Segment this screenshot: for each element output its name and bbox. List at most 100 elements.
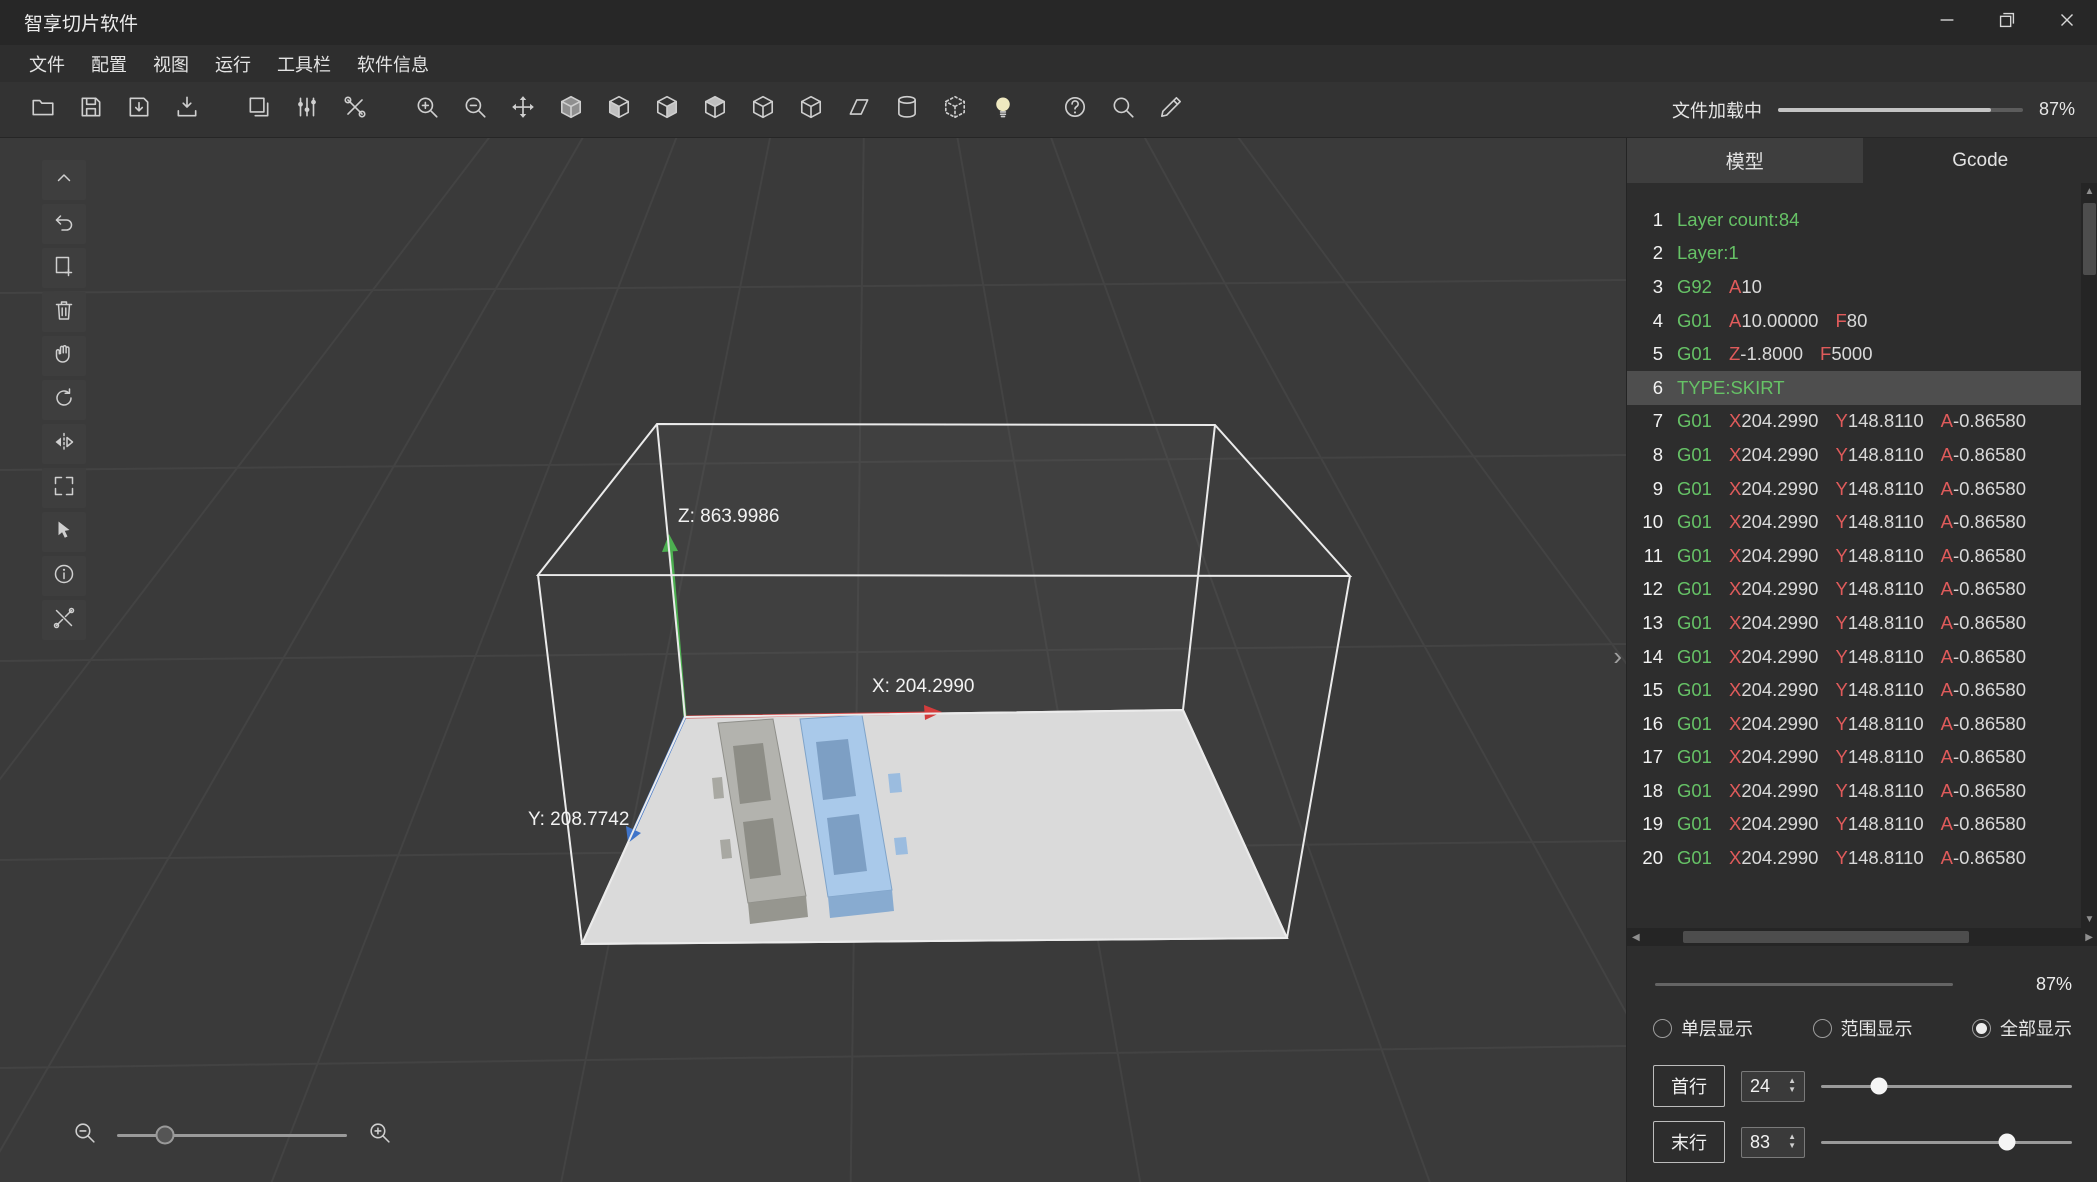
display-mode-1[interactable]: 单层显示: [1653, 1015, 1753, 1041]
gcode-line[interactable]: 5G01Z-1.8000F5000: [1627, 337, 2081, 371]
zoom-out-button[interactable]: [454, 89, 496, 131]
last-line-button[interactable]: 末行: [1653, 1121, 1725, 1163]
display-mode-3[interactable]: 全部显示: [1972, 1015, 2072, 1041]
gcode-line[interactable]: 8G01X204.2990Y148.8110A-0.86580: [1627, 438, 2081, 472]
close-button[interactable]: [2037, 0, 2097, 45]
tab-gcode[interactable]: Gcode: [1863, 138, 2097, 183]
vertical-scrollbar-thumb[interactable]: [2083, 203, 2096, 275]
radio-icon[interactable]: [1972, 1019, 1991, 1038]
gcode-line[interactable]: 16G01X204.2990Y148.8110A-0.86580: [1627, 707, 2081, 741]
gcode-line[interactable]: 2Layer:1: [1627, 237, 2081, 271]
scroll-up-icon[interactable]: ▲: [2085, 186, 2095, 197]
delete-button[interactable]: [42, 292, 86, 332]
gcode-line[interactable]: 15G01X204.2990Y148.8110A-0.86580: [1627, 673, 2081, 707]
first-line-button[interactable]: 首行: [1653, 1065, 1725, 1107]
first-line-slider-thumb[interactable]: [1870, 1078, 1887, 1095]
zoom-in-icon[interactable]: [367, 1120, 392, 1150]
fit-view-button[interactable]: [42, 468, 86, 508]
last-line-spinner[interactable]: 83 ▲ ▼: [1741, 1127, 1805, 1158]
repair-button[interactable]: [334, 89, 376, 131]
gcode-line[interactable]: 9G01X204.2990Y148.8110A-0.86580: [1627, 472, 2081, 506]
save-as-button[interactable]: [118, 89, 160, 131]
add-model-button[interactable]: [42, 248, 86, 288]
cube-back-button[interactable]: [742, 89, 784, 131]
search-button[interactable]: [1102, 89, 1144, 131]
minimize-button[interactable]: [1917, 0, 1977, 45]
spin-down-icon[interactable]: ▼: [1788, 1142, 1796, 1151]
import-button[interactable]: [166, 89, 208, 131]
gcode-line[interactable]: 1Layer count:84: [1627, 203, 2081, 237]
cube-iso-button[interactable]: [790, 89, 832, 131]
help-button[interactable]: [1054, 89, 1096, 131]
maximize-button[interactable]: [1977, 0, 2037, 45]
select-button[interactable]: [42, 512, 86, 552]
gcode-vertical-scrollbar[interactable]: ▲ ▼: [2081, 183, 2097, 928]
gcode-line[interactable]: 12G01X204.2990Y148.8110A-0.86580: [1627, 573, 2081, 607]
horizontal-scrollbar-thumb[interactable]: [1683, 931, 1969, 943]
gcode-line[interactable]: 4G01A10.00000F80: [1627, 304, 2081, 338]
gcode-line[interactable]: 7G01X204.2990Y148.8110A-0.86580: [1627, 405, 2081, 439]
spin-down-icon[interactable]: ▼: [1788, 1086, 1796, 1095]
scroll-down-icon[interactable]: ▼: [2085, 914, 2095, 925]
menu-item-4[interactable]: 运行: [202, 46, 264, 82]
gcode-line[interactable]: 10G01X204.2990Y148.8110A-0.86580: [1627, 505, 2081, 539]
menu-item-1[interactable]: 文件: [16, 46, 78, 82]
face-angle-button[interactable]: [838, 89, 880, 131]
scroll-left-icon[interactable]: ◀: [1632, 932, 1640, 943]
last-line-slider-thumb[interactable]: [1998, 1134, 2015, 1151]
display-mode-2[interactable]: 范围显示: [1813, 1015, 1913, 1041]
gcode-token: X204.2990: [1729, 410, 1819, 432]
viewport-3d[interactable]: Z: 863.9986 X: 204.2990 Y: 208.7742 ›: [0, 138, 1626, 1182]
gcode-line[interactable]: 17G01X204.2990Y148.8110A-0.86580: [1627, 741, 2081, 775]
gcode-line[interactable]: 19G01X204.2990Y148.8110A-0.86580: [1627, 808, 2081, 842]
panel-collapse-chevron[interactable]: ›: [1613, 643, 1622, 669]
folder-open-button[interactable]: [22, 89, 64, 131]
gcode-horizontal-scrollbar[interactable]: ◀ ▶: [1627, 928, 2097, 946]
scroll-right-icon[interactable]: ▶: [2085, 932, 2093, 943]
first-line-spinner[interactable]: 24 ▲ ▼: [1741, 1071, 1805, 1102]
gcode-line[interactable]: 6TYPE:SKIRT: [1627, 371, 2081, 405]
cylinder-button[interactable]: [886, 89, 928, 131]
cube-left-button[interactable]: [598, 89, 640, 131]
mirror-button[interactable]: [42, 424, 86, 464]
zoom-out-icon[interactable]: [72, 1120, 97, 1150]
cube-top-button[interactable]: [694, 89, 736, 131]
first-line-slider[interactable]: [1821, 1085, 2072, 1088]
cube-front-button[interactable]: [550, 89, 592, 131]
radio-icon[interactable]: [1813, 1019, 1832, 1038]
gcode-line[interactable]: 13G01X204.2990Y148.8110A-0.86580: [1627, 606, 2081, 640]
gcode-list[interactable]: 1Layer count:842Layer:13G92A104G01A10.00…: [1627, 183, 2081, 928]
tab-model[interactable]: 模型: [1627, 138, 1863, 183]
zoom-in-button[interactable]: [406, 89, 448, 131]
menu-item-2[interactable]: 配置: [78, 46, 140, 82]
viewport-scene[interactable]: Z: 863.9986 X: 204.2990 Y: 208.7742: [0, 138, 1626, 1182]
gcode-line[interactable]: 11G01X204.2990Y148.8110A-0.86580: [1627, 539, 2081, 573]
gcode-line[interactable]: 18G01X204.2990Y148.8110A-0.86580: [1627, 774, 2081, 808]
menu-item-6[interactable]: 软件信息: [344, 46, 442, 82]
zoom-slider[interactable]: [117, 1134, 347, 1137]
chevron-up-button[interactable]: [42, 160, 86, 200]
pan-button[interactable]: [42, 336, 86, 376]
gcode-line[interactable]: 14G01X204.2990Y148.8110A-0.86580: [1627, 640, 2081, 674]
radio-icon[interactable]: [1653, 1019, 1672, 1038]
lightbulb-button[interactable]: [982, 89, 1024, 131]
spinner-arrows[interactable]: ▲ ▼: [1788, 1077, 1796, 1095]
zoom-slider-thumb[interactable]: [156, 1126, 175, 1145]
draw-button[interactable]: [1150, 89, 1192, 131]
repair-model-button[interactable]: [42, 600, 86, 640]
spinner-arrows[interactable]: ▲ ▼: [1788, 1133, 1796, 1151]
copy-button[interactable]: [238, 89, 280, 131]
info-button[interactable]: [42, 556, 86, 596]
menu-item-3[interactable]: 视图: [140, 46, 202, 82]
cube-dotted-button[interactable]: [934, 89, 976, 131]
undo-button[interactable]: [42, 204, 86, 244]
save-button[interactable]: [70, 89, 112, 131]
gcode-line[interactable]: 3G92A10: [1627, 270, 2081, 304]
gcode-line[interactable]: 20G01X204.2990Y148.8110A-0.86580: [1627, 841, 2081, 875]
cube-right-button[interactable]: [646, 89, 688, 131]
rotate-button[interactable]: [42, 380, 86, 420]
adjust-button[interactable]: [286, 89, 328, 131]
menu-item-5[interactable]: 工具栏: [264, 46, 344, 82]
move-button[interactable]: [502, 89, 544, 131]
last-line-slider[interactable]: [1821, 1141, 2072, 1144]
